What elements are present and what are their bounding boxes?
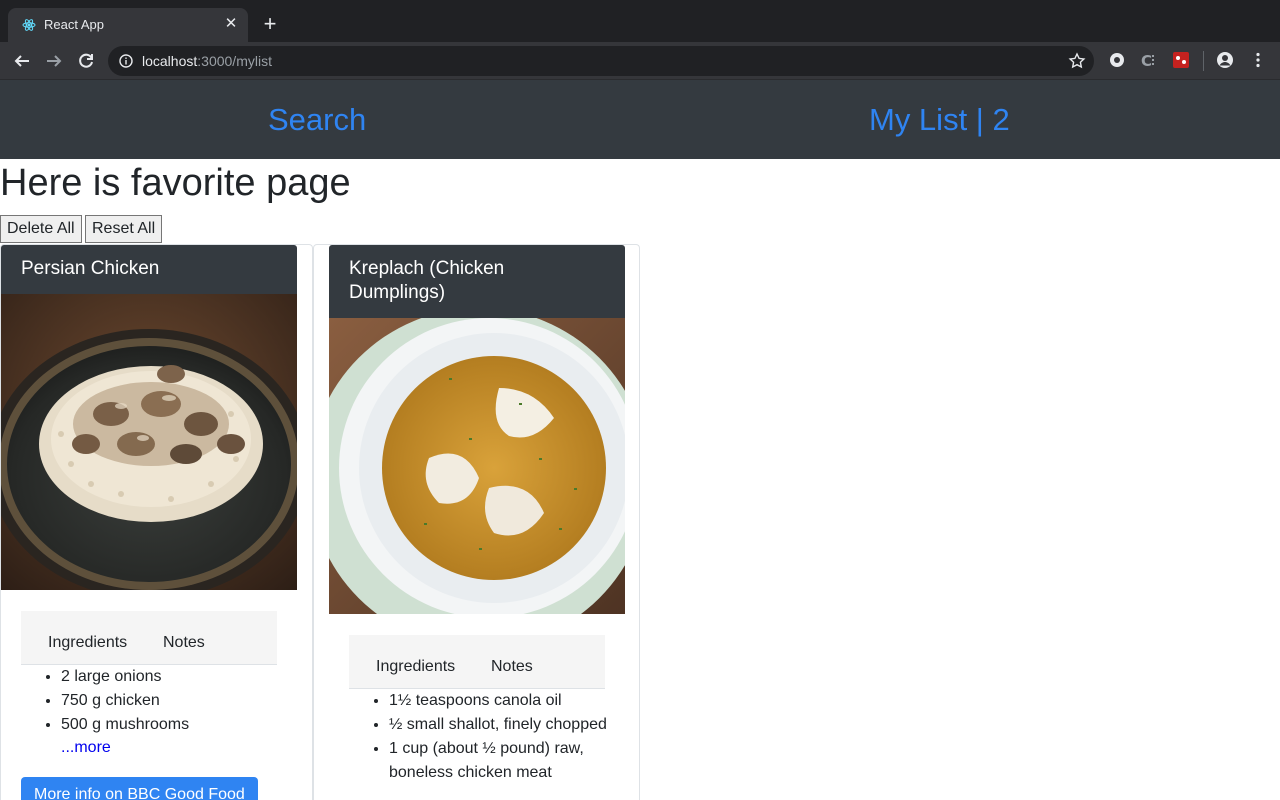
tab-notes[interactable]: Notes — [491, 658, 533, 676]
more-info-button[interactable]: More info on BBC Good Food — [21, 777, 258, 800]
url-text[interactable]: localhost:3000/mylist — [142, 53, 272, 69]
tab-ingredients[interactable]: Ingredients — [376, 658, 455, 676]
list-item: 1 cup (about ½ pound) raw, boneless chic… — [389, 737, 619, 785]
tab-title: React App — [44, 17, 104, 32]
browser-toolbar: localhost:3000/mylist C — [0, 42, 1280, 80]
address-bar[interactable]: localhost:3000/mylist — [108, 46, 1094, 76]
extension-red-icon[interactable] — [1172, 51, 1190, 69]
list-item: ½ small shallot, finely chopped — [389, 713, 619, 737]
nav-mylist-link[interactable]: My List | 2 — [869, 102, 1010, 138]
info-icon[interactable] — [119, 54, 133, 68]
new-tab-icon[interactable]: + — [258, 13, 282, 37]
persian-chicken-photo — [1, 294, 297, 590]
list-item: 2 large onions — [61, 665, 281, 689]
recipe-image — [329, 318, 625, 614]
more-link[interactable]: ...more — [61, 739, 111, 757]
recipe-card-title: Persian Chicken — [1, 245, 297, 294]
tab-notes[interactable]: Notes — [163, 634, 205, 652]
back-icon[interactable] — [11, 50, 33, 72]
extension-icon[interactable] — [1108, 51, 1126, 69]
close-icon[interactable]: ✕ — [222, 15, 240, 33]
react-logo-icon — [22, 19, 36, 31]
list-item: 1½ teaspoons canola oil — [389, 689, 619, 713]
list-item: 500 g mushrooms — [61, 713, 281, 737]
recipe-image — [1, 294, 297, 590]
list-item: 750 g chicken — [61, 689, 281, 713]
reset-all-button[interactable]: Reset All — [85, 215, 163, 243]
recipe-card: Kreplach (Chicken Dumplings) Ingredients… — [313, 244, 640, 800]
svg-text:C: C — [1141, 52, 1152, 69]
url-host: localhost — [142, 53, 198, 69]
kreplach-soup-photo — [329, 318, 625, 614]
ingredients-list: 1½ teaspoons canola oil ½ small shallot,… — [349, 689, 619, 785]
profile-avatar-icon[interactable] — [1216, 51, 1234, 69]
recipe-tabs: Ingredients Notes — [21, 611, 277, 665]
app-navbar: Search My List | 2 — [0, 80, 1280, 159]
extension-c-icon[interactable]: C — [1140, 51, 1158, 69]
reload-icon[interactable] — [75, 50, 97, 72]
recipe-card-title: Kreplach (Chicken Dumplings) — [329, 245, 625, 318]
browser-tab[interactable]: React App ✕ — [8, 8, 248, 42]
menu-kebab-icon[interactable] — [1249, 51, 1267, 69]
recipe-tabs: Ingredients Notes — [349, 635, 605, 689]
bookmark-star-icon[interactable] — [1068, 52, 1086, 70]
toolbar-separator — [1203, 51, 1204, 71]
nav-search-link[interactable]: Search — [268, 102, 366, 138]
ingredients-list: 2 large onions 750 g chicken 500 g mushr… — [21, 665, 281, 737]
tab-ingredients[interactable]: Ingredients — [48, 634, 127, 652]
recipe-card: Persian Chicken Ingredients Notes • 2 la… — [0, 244, 313, 800]
forward-icon[interactable] — [43, 50, 65, 72]
browser-tabstrip: React App ✕ + — [0, 0, 1280, 42]
url-path: :3000/mylist — [197, 53, 272, 69]
delete-all-button[interactable]: Delete All — [0, 215, 82, 243]
page-title: Here is favorite page — [0, 162, 351, 204]
